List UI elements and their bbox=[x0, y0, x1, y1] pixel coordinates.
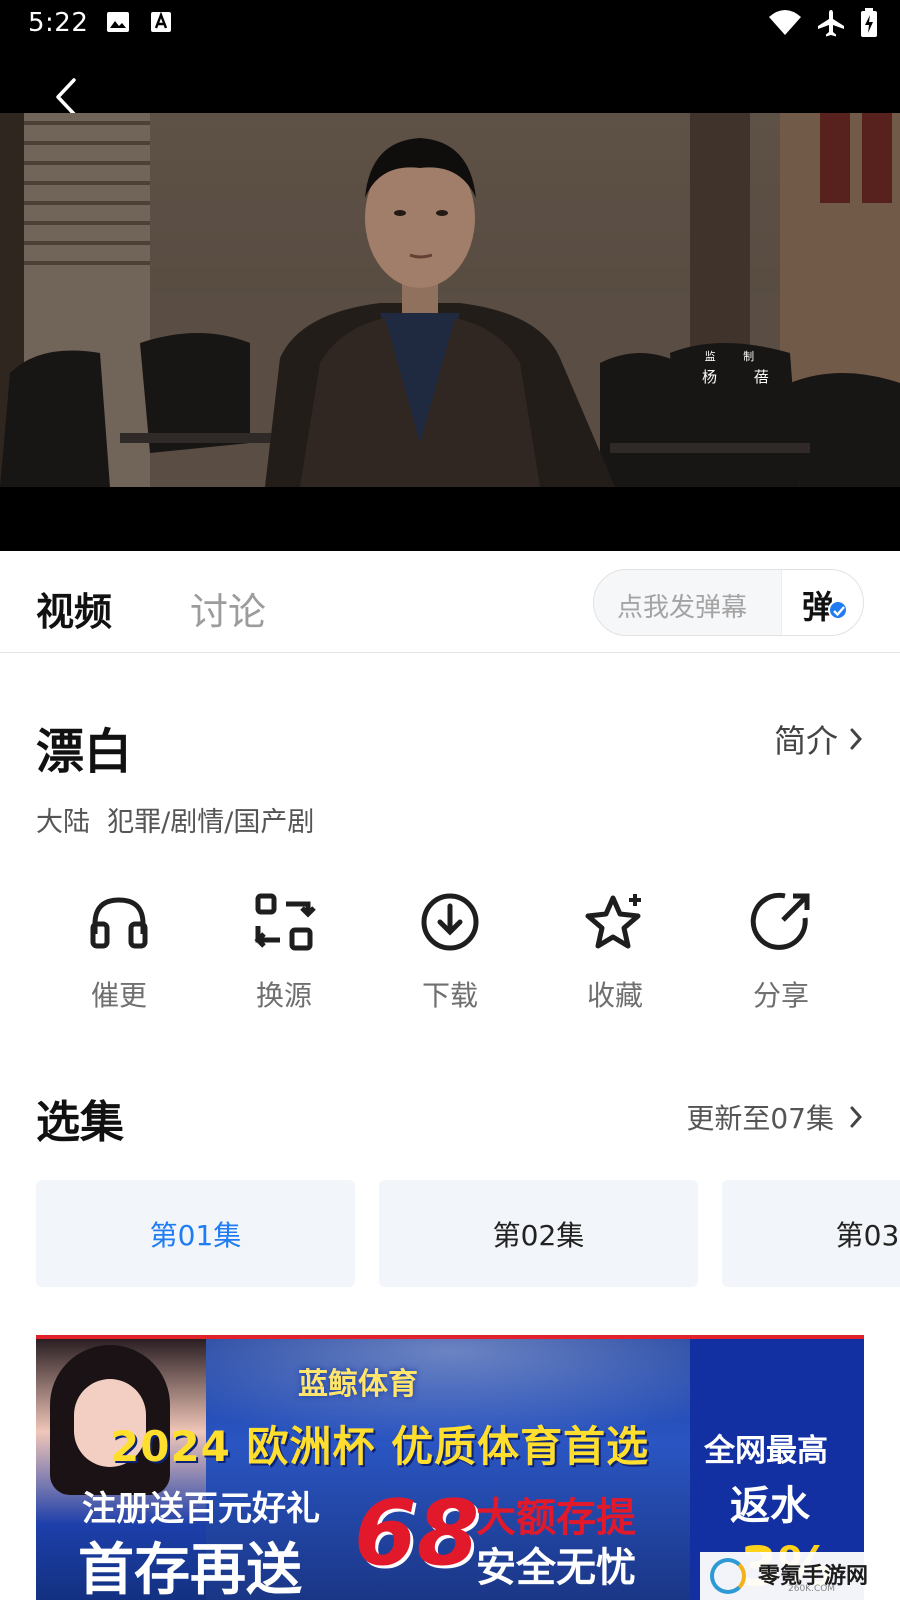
episodes-update-label: 更新至07集 bbox=[686, 1102, 834, 1135]
watermark-logo-icon bbox=[710, 1558, 746, 1594]
action-label: 换源 bbox=[255, 979, 312, 1012]
episode-label: 第01集 bbox=[149, 1219, 242, 1252]
video-still-image bbox=[0, 113, 900, 487]
watermark-url: 260K.COM bbox=[788, 1584, 836, 1594]
episode-label: 第03集 bbox=[835, 1219, 900, 1252]
video-frame[interactable]: 监 制 杨 蓓 bbox=[0, 113, 900, 487]
ad-side-line2: 返水 bbox=[730, 1483, 810, 1529]
danmu-toggle-button[interactable]: 弹 bbox=[781, 570, 863, 635]
action-label: 催更 bbox=[90, 979, 147, 1012]
wifi-icon bbox=[768, 9, 802, 41]
intro-link[interactable]: 简介 bbox=[774, 716, 864, 762]
ad-big-number: 68 bbox=[354, 1481, 480, 1586]
danmu-input[interactable]: 点我发弹幕 弹 bbox=[593, 569, 864, 636]
ad-tag2: 安全无忧 bbox=[476, 1545, 636, 1591]
video-player[interactable]: 监 制 杨 蓓 bbox=[0, 50, 900, 551]
episode-item[interactable]: 第03集 bbox=[722, 1180, 900, 1287]
site-watermark: 零氪手游网 260K.COM bbox=[700, 1552, 892, 1600]
download-icon bbox=[421, 893, 479, 951]
star-icon bbox=[585, 894, 641, 949]
check-icon bbox=[828, 600, 848, 620]
intro-label: 简介 bbox=[773, 722, 838, 760]
status-time: 5:22 bbox=[28, 8, 89, 38]
video-credit: 监 制 杨 蓓 bbox=[686, 347, 785, 387]
share-icon bbox=[750, 892, 810, 950]
episodes-more-link[interactable]: 更新至07集 bbox=[686, 1097, 864, 1137]
episode-list: 第01集 第02集 第03集 bbox=[36, 1180, 900, 1288]
show-title: 漂白 bbox=[36, 724, 133, 780]
episode-item[interactable]: 第01集 bbox=[36, 1180, 355, 1287]
favorite-button[interactable]: 收藏 bbox=[535, 890, 695, 1020]
tab-video[interactable]: 视频 bbox=[36, 581, 112, 636]
text-a-icon bbox=[150, 10, 172, 38]
image-icon bbox=[106, 10, 130, 38]
urge-update-button[interactable]: 催更 bbox=[39, 890, 199, 1020]
credit-role: 监 制 bbox=[704, 350, 767, 363]
action-row: 催更 换源 下载 收藏 分享 bbox=[36, 890, 864, 1020]
battery-charging-icon bbox=[860, 8, 878, 42]
status-bar: 5:22 bbox=[0, 0, 900, 50]
tab-discussion[interactable]: 讨论 bbox=[190, 581, 266, 636]
ad-brand: 蓝鲸体育 bbox=[298, 1367, 418, 1402]
headphones-icon bbox=[90, 897, 148, 949]
switch-source-icon bbox=[254, 893, 316, 951]
ad-headline: 2024 欧洲杯 优质体育首选 bbox=[110, 1422, 650, 1471]
ad-promo-line2: 首存再送 bbox=[78, 1538, 302, 1600]
chevron-right-icon bbox=[850, 728, 863, 750]
download-button[interactable]: 下载 bbox=[370, 890, 530, 1020]
action-label: 下载 bbox=[421, 979, 478, 1012]
credit-name: 杨 蓓 bbox=[702, 368, 785, 386]
show-meta: 大陆 犯罪/剧情/国产剧 bbox=[36, 807, 315, 838]
share-button[interactable]: 分享 bbox=[701, 890, 861, 1020]
ad-side-line1: 全网最高 bbox=[704, 1433, 828, 1469]
tabs-row: 视频 讨论 点我发弹幕 弹 bbox=[0, 551, 900, 653]
airplane-icon bbox=[816, 8, 846, 42]
episode-item[interactable]: 第02集 bbox=[379, 1180, 698, 1287]
episode-label: 第02集 bbox=[492, 1219, 585, 1252]
ad-promo-line1: 注册送百元好礼 bbox=[82, 1489, 320, 1529]
action-label: 分享 bbox=[752, 979, 809, 1012]
action-label: 收藏 bbox=[586, 979, 643, 1012]
chevron-right-icon bbox=[850, 1106, 863, 1128]
danmu-placeholder: 点我发弹幕 bbox=[617, 593, 748, 623]
switch-source-button[interactable]: 换源 bbox=[204, 890, 364, 1020]
episodes-title: 选集 bbox=[36, 1097, 124, 1148]
